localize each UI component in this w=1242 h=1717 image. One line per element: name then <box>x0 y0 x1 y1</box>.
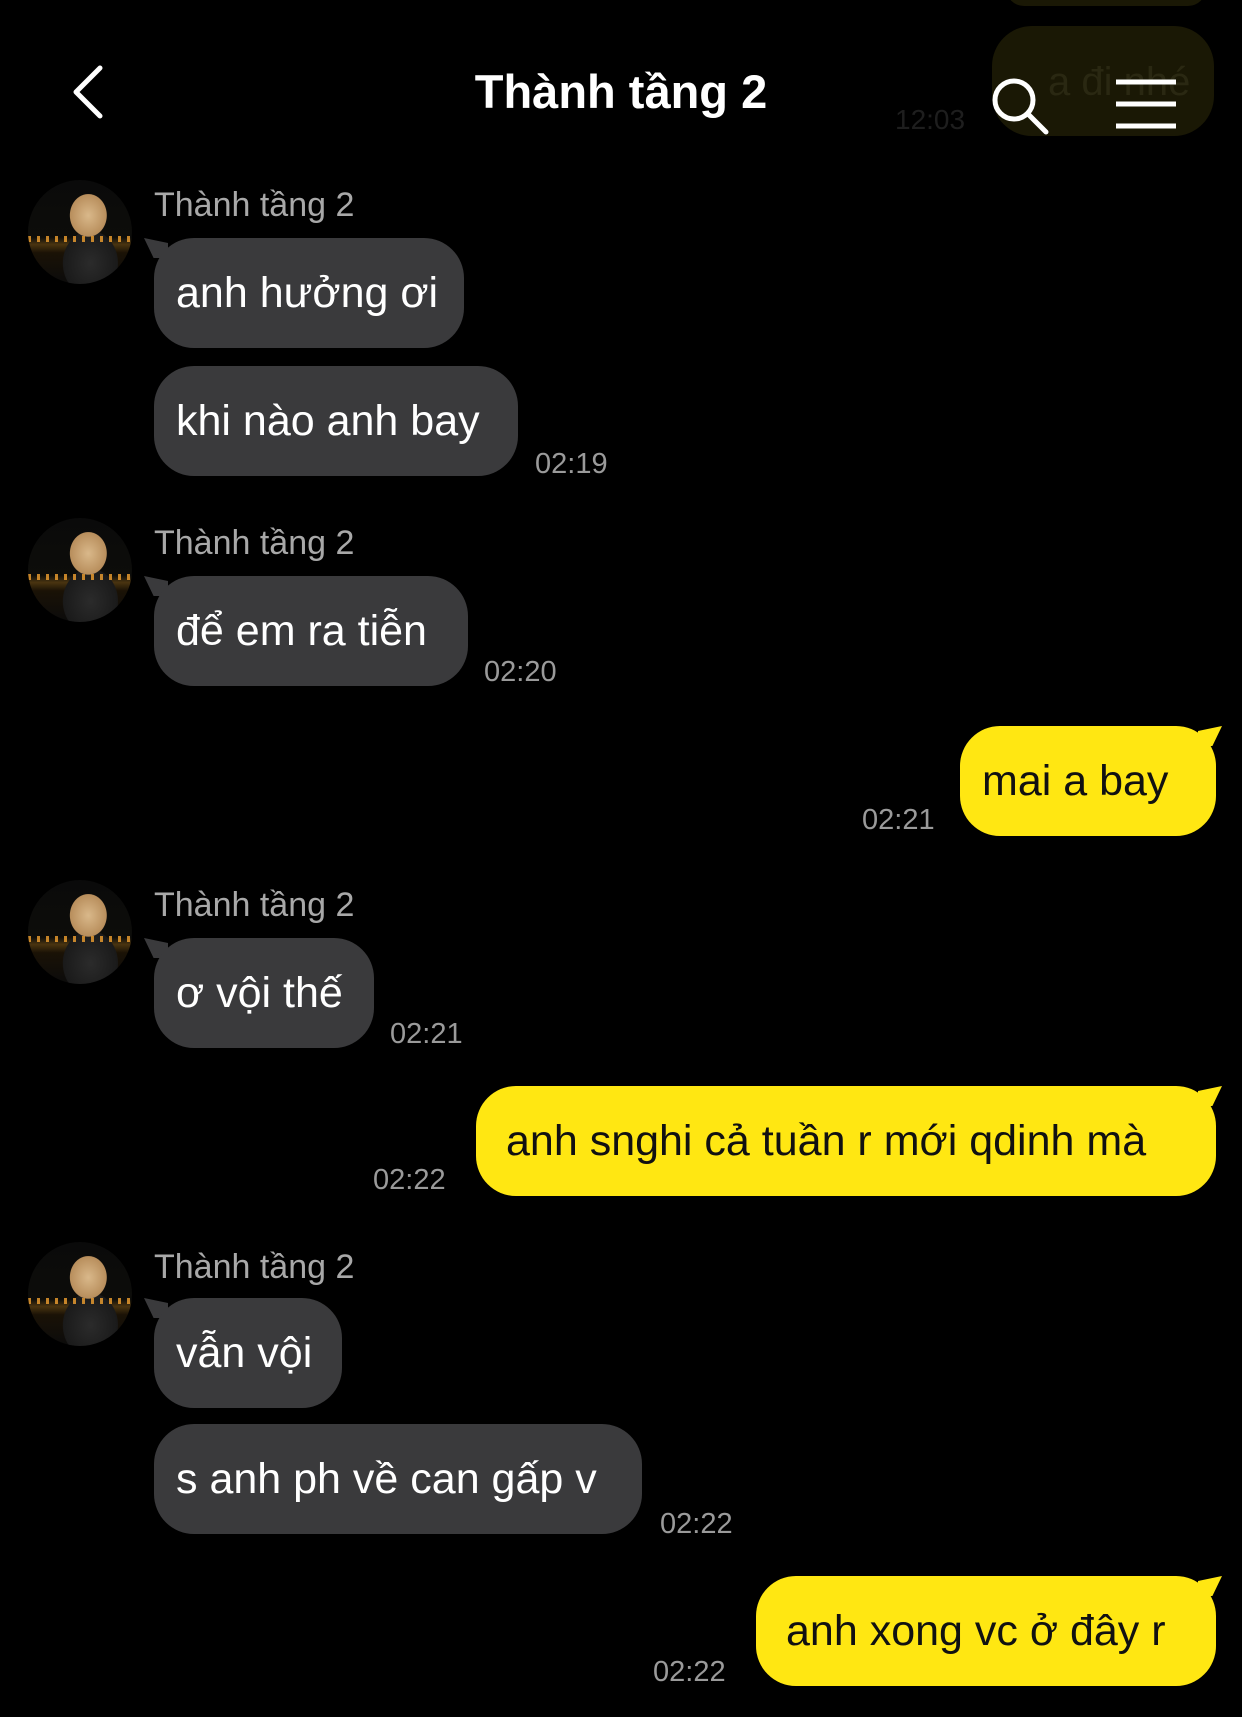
message-timestamp: 02:21 <box>390 1018 463 1050</box>
menu-icon <box>1116 79 1176 129</box>
avatar[interactable] <box>28 518 132 622</box>
outgoing-message-bubble[interactable]: mai a bay <box>960 726 1216 836</box>
message-timestamp: 02:21 <box>862 804 935 836</box>
outgoing-message-bubble[interactable]: anh snghi cả tuần r mới qdinh mà <box>476 1086 1216 1196</box>
sender-name: Thành tầng 2 <box>154 886 355 924</box>
message-timestamp: 02:22 <box>653 1656 726 1688</box>
chat-title: Thành tầng 2 <box>474 65 768 118</box>
incoming-message-bubble[interactable]: s anh ph về can gấp v <box>154 1424 642 1534</box>
incoming-message-bubble[interactable]: để em ra tiễn <box>154 576 468 686</box>
search-icon <box>992 78 1049 135</box>
incoming-message-bubble[interactable]: ơ vội thế <box>154 938 374 1048</box>
message-timestamp: 02:20 <box>484 656 557 688</box>
message-timestamp: 02:22 <box>373 1164 446 1196</box>
avatar[interactable] <box>28 180 132 284</box>
incoming-message-bubble[interactable]: khi nào anh bay <box>154 366 518 476</box>
avatar[interactable] <box>28 880 132 984</box>
avatar[interactable] <box>28 1242 132 1346</box>
ghost-bubble-top <box>1006 0 1206 6</box>
search-button[interactable] <box>990 76 1050 136</box>
sender-name: Thành tầng 2 <box>154 186 355 224</box>
incoming-message-bubble[interactable]: vẫn vội <box>154 1298 342 1408</box>
sender-name: Thành tầng 2 <box>154 524 355 562</box>
outgoing-message-bubble[interactable]: anh xong vc ở đây r <box>756 1576 1216 1686</box>
sender-name: Thành tầng 2 <box>154 1248 355 1286</box>
message-timestamp: 02:22 <box>660 1508 733 1540</box>
message-timestamp: 02:19 <box>535 448 608 480</box>
incoming-message-bubble[interactable]: anh hưởng ơi <box>154 238 464 348</box>
menu-button[interactable] <box>1114 78 1178 130</box>
